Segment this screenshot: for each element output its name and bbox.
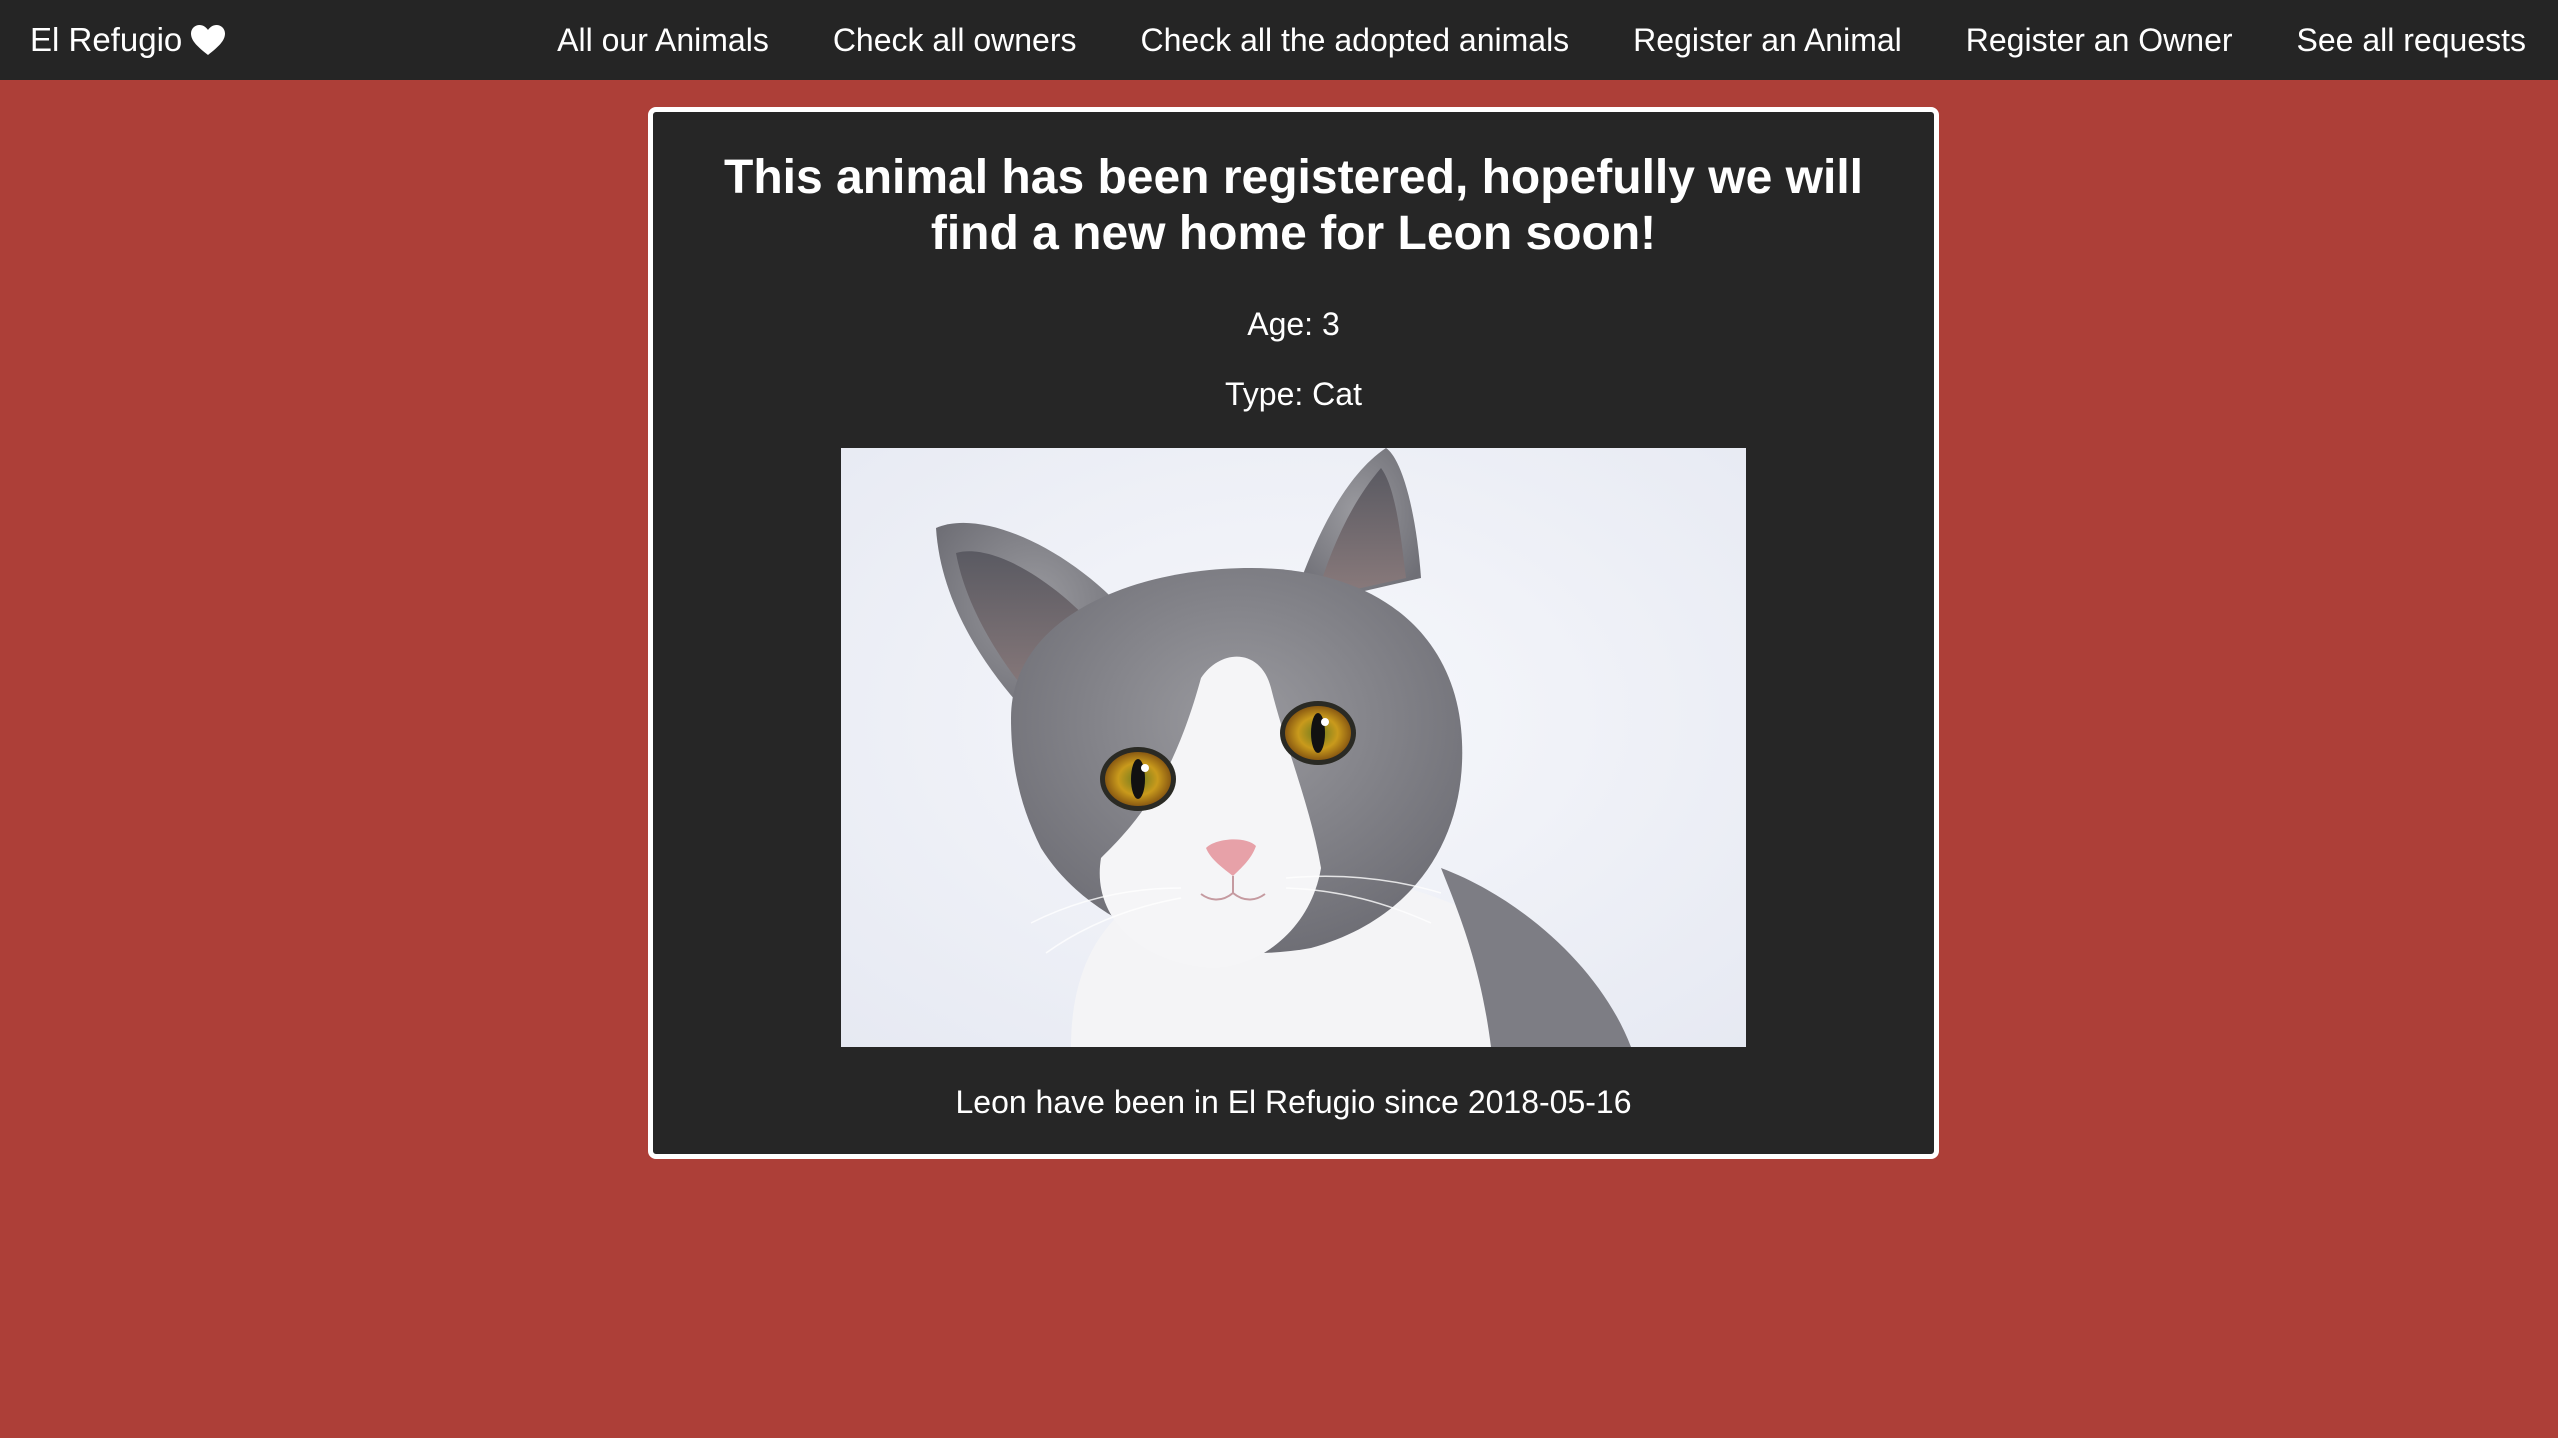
nav-link-all-animals[interactable]: All our Animals	[525, 0, 801, 80]
nav-link-register-animal[interactable]: Register an Animal	[1601, 0, 1934, 80]
nav-link-adopted-animals[interactable]: Check all the adopted animals	[1108, 0, 1601, 80]
nav-link-all-requests[interactable]: See all requests	[2265, 0, 2542, 80]
heart-icon	[190, 24, 226, 56]
confirmation-title: This animal has been registered, hopeful…	[724, 151, 1863, 260]
nav-links: All our Animals Check all owners Check a…	[525, 0, 2542, 80]
animal-type: Type: Cat	[1225, 376, 1362, 412]
animal-age: Age: 3	[1247, 306, 1340, 342]
nav-link-register-owner[interactable]: Register an Owner	[1934, 0, 2265, 80]
animal-photo	[841, 448, 1746, 1047]
shelter-since-text: Leon have been in El Refugio since 2018-…	[955, 1084, 1632, 1120]
top-navbar: El Refugio All our Animals Check all own…	[0, 0, 2558, 80]
nav-link-check-owners[interactable]: Check all owners	[801, 0, 1109, 80]
brand-name: El Refugio	[30, 21, 183, 58]
brand-link[interactable]: El Refugio	[30, 21, 226, 59]
animal-registered-card: This animal has been registered, hopeful…	[648, 107, 1939, 1159]
